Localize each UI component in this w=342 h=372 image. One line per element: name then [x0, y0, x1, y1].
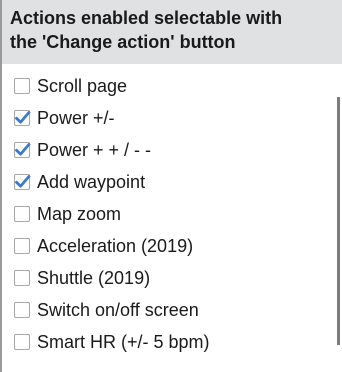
scrollbar[interactable]	[337, 97, 340, 345]
action-item-power-double[interactable]: Power + + / - -	[14, 134, 342, 166]
checkbox[interactable]	[14, 142, 31, 158]
checkbox[interactable]	[14, 238, 30, 254]
action-label: Power +/-	[37, 107, 115, 128]
action-item-smart-hr[interactable]: Smart HR (+/- 5 bpm)	[14, 326, 342, 358]
action-label: Switch on/off screen	[37, 299, 199, 320]
action-item-acceleration[interactable]: Acceleration (2019)	[14, 230, 342, 262]
action-label: Power + + / - -	[37, 139, 152, 160]
actions-list: Scroll page Power +/- Power + + / - - Ad…	[2, 70, 342, 358]
checkmark-icon	[15, 143, 31, 156]
checkbox[interactable]	[14, 206, 30, 222]
header-title-line-2: the 'Change action' button	[10, 32, 236, 52]
checkbox[interactable]	[14, 334, 30, 350]
action-item-map-zoom[interactable]: Map zoom	[14, 198, 342, 230]
checkbox[interactable]	[14, 110, 31, 126]
action-item-scroll-page[interactable]: Scroll page	[14, 70, 342, 102]
action-label: Map zoom	[37, 203, 122, 224]
checkbox[interactable]	[14, 270, 30, 286]
header-title-line-1: Actions enabled selectable with	[10, 8, 283, 28]
actions-panel: Actions enabled selectable with the 'Cha…	[0, 0, 342, 372]
action-label: Acceleration (2019)	[37, 235, 194, 256]
checkmark-icon	[15, 111, 31, 124]
checkbox[interactable]	[14, 302, 30, 318]
action-label: Shuttle (2019)	[37, 267, 151, 288]
panel-header: Actions enabled selectable with the 'Cha…	[2, 0, 342, 64]
checkbox[interactable]	[14, 78, 30, 94]
action-item-switch-screen[interactable]: Switch on/off screen	[14, 294, 342, 326]
action-item-add-waypoint[interactable]: Add waypoint	[14, 166, 342, 198]
action-label: Smart HR (+/- 5 bpm)	[37, 331, 210, 352]
checkmark-icon	[15, 175, 31, 188]
action-item-shuttle[interactable]: Shuttle (2019)	[14, 262, 342, 294]
checkbox[interactable]	[14, 174, 31, 190]
action-label: Add waypoint	[37, 171, 146, 192]
action-item-power[interactable]: Power +/-	[14, 102, 342, 134]
action-label: Scroll page	[37, 75, 128, 96]
